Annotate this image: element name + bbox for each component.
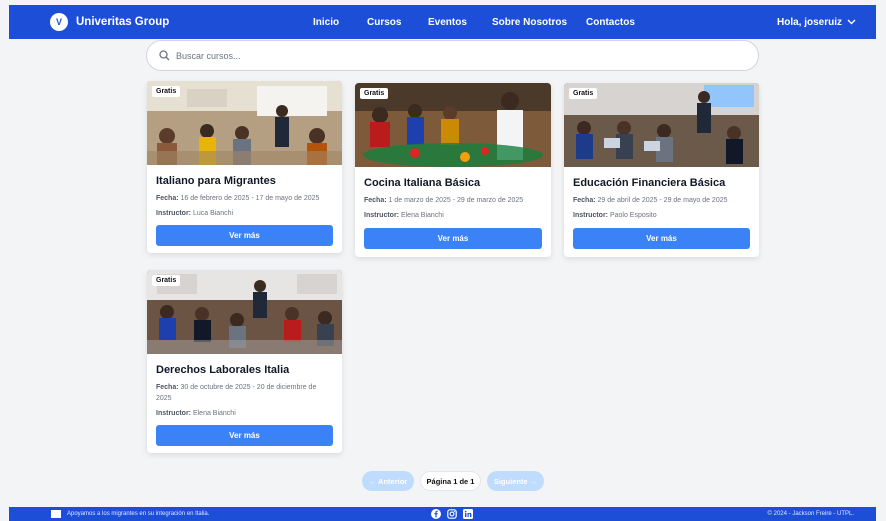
next-page-button[interactable]: Siguiente → — [487, 471, 544, 491]
free-badge: Gratis — [569, 88, 598, 99]
course-image: Gratis — [355, 83, 551, 167]
footer-tagline: Apoyamos a los migrantes en su integraci… — [67, 511, 210, 517]
course-date: Fecha: 1 de marzo de 2025 - 29 de marzo … — [364, 197, 524, 204]
free-badge: Gratis — [152, 86, 181, 97]
free-badge: Gratis — [360, 88, 389, 99]
course-image: Gratis — [147, 270, 342, 354]
course-title: Italiano para Migrantes — [156, 175, 276, 187]
nav-link-cursos[interactable]: Cursos — [367, 17, 401, 28]
search-bar — [146, 40, 759, 71]
footer-copyright: © 2024 - Jackson Freire - UTPL. — [767, 511, 854, 517]
course-image: Gratis — [564, 83, 759, 167]
course-title: Cocina Italiana Básica — [364, 177, 481, 189]
footer: Apoyamos a los migrantes en su integraci… — [9, 507, 876, 521]
free-badge: Gratis — [152, 275, 181, 286]
course-title: Derechos Laborales Italia — [156, 364, 290, 376]
footer-logo — [51, 510, 61, 518]
nav-link-inicio[interactable]: Inicio — [313, 17, 339, 28]
nav-link-contactos[interactable]: Contactos — [586, 17, 635, 28]
course-instructor: Instructor: Paolo Esposito — [573, 212, 657, 219]
top-navbar: V Univeritas Group Inicio Cursos Eventos… — [9, 5, 876, 39]
course-date: Fecha: 30 de octubre de 2025 - 20 de dic… — [156, 384, 317, 402]
facebook-icon[interactable] — [431, 509, 441, 519]
course-instructor: Instructor: Elena Bianchi — [156, 410, 236, 417]
search-input[interactable] — [176, 50, 726, 61]
ver-mas-button[interactable]: Ver más — [156, 425, 333, 446]
course-card-cocina: Gratis Cocina Italiana Básica Fecha: 1 d… — [355, 83, 551, 257]
nav-link-sobre-nosotros[interactable]: Sobre Nosotros — [492, 17, 567, 28]
page-indicator: Página 1 de 1 — [420, 471, 481, 491]
ver-mas-button[interactable]: Ver más — [364, 228, 542, 249]
user-greeting: Hola, joseruiz — [776, 16, 842, 28]
search-icon — [159, 50, 170, 61]
course-card-derechos: Gratis Derechos Laborales Italia Fecha: … — [147, 270, 342, 453]
pagination: ← Anterior Página 1 de 1 Siguiente → — [0, 471, 886, 491]
previous-page-button[interactable]: ← Anterior — [362, 471, 414, 491]
instagram-icon[interactable] — [447, 509, 457, 519]
course-date: Fecha: 29 de abril de 2025 - 29 de mayo … — [573, 197, 728, 204]
brand-logo: V — [50, 13, 68, 31]
course-image: Gratis — [147, 81, 342, 165]
user-menu[interactable]: Hola, joseruiz — [777, 5, 856, 39]
brand[interactable]: V Univeritas Group — [50, 13, 169, 31]
linkedin-icon[interactable] — [463, 509, 473, 519]
course-title: Educación Financiera Básica — [573, 177, 726, 189]
brand-name: Univeritas Group — [76, 16, 170, 28]
course-instructor: Instructor: Elena Bianchi — [364, 212, 444, 219]
ver-mas-button[interactable]: Ver más — [156, 225, 333, 246]
ver-mas-button[interactable]: Ver más — [573, 228, 750, 249]
course-instructor: Instructor: Luca Bianchi — [156, 210, 234, 217]
course-date: Fecha: 16 de febrero de 2025 - 17 de may… — [156, 195, 320, 202]
nav-link-eventos[interactable]: Eventos — [428, 17, 467, 28]
course-card-italiano: Gratis Italiano para Migrantes Fecha: 16… — [147, 81, 342, 253]
chevron-down-icon — [847, 19, 856, 25]
course-card-financiera: Gratis Educación Financiera Básica Fecha… — [564, 83, 759, 257]
social-links — [431, 509, 479, 519]
